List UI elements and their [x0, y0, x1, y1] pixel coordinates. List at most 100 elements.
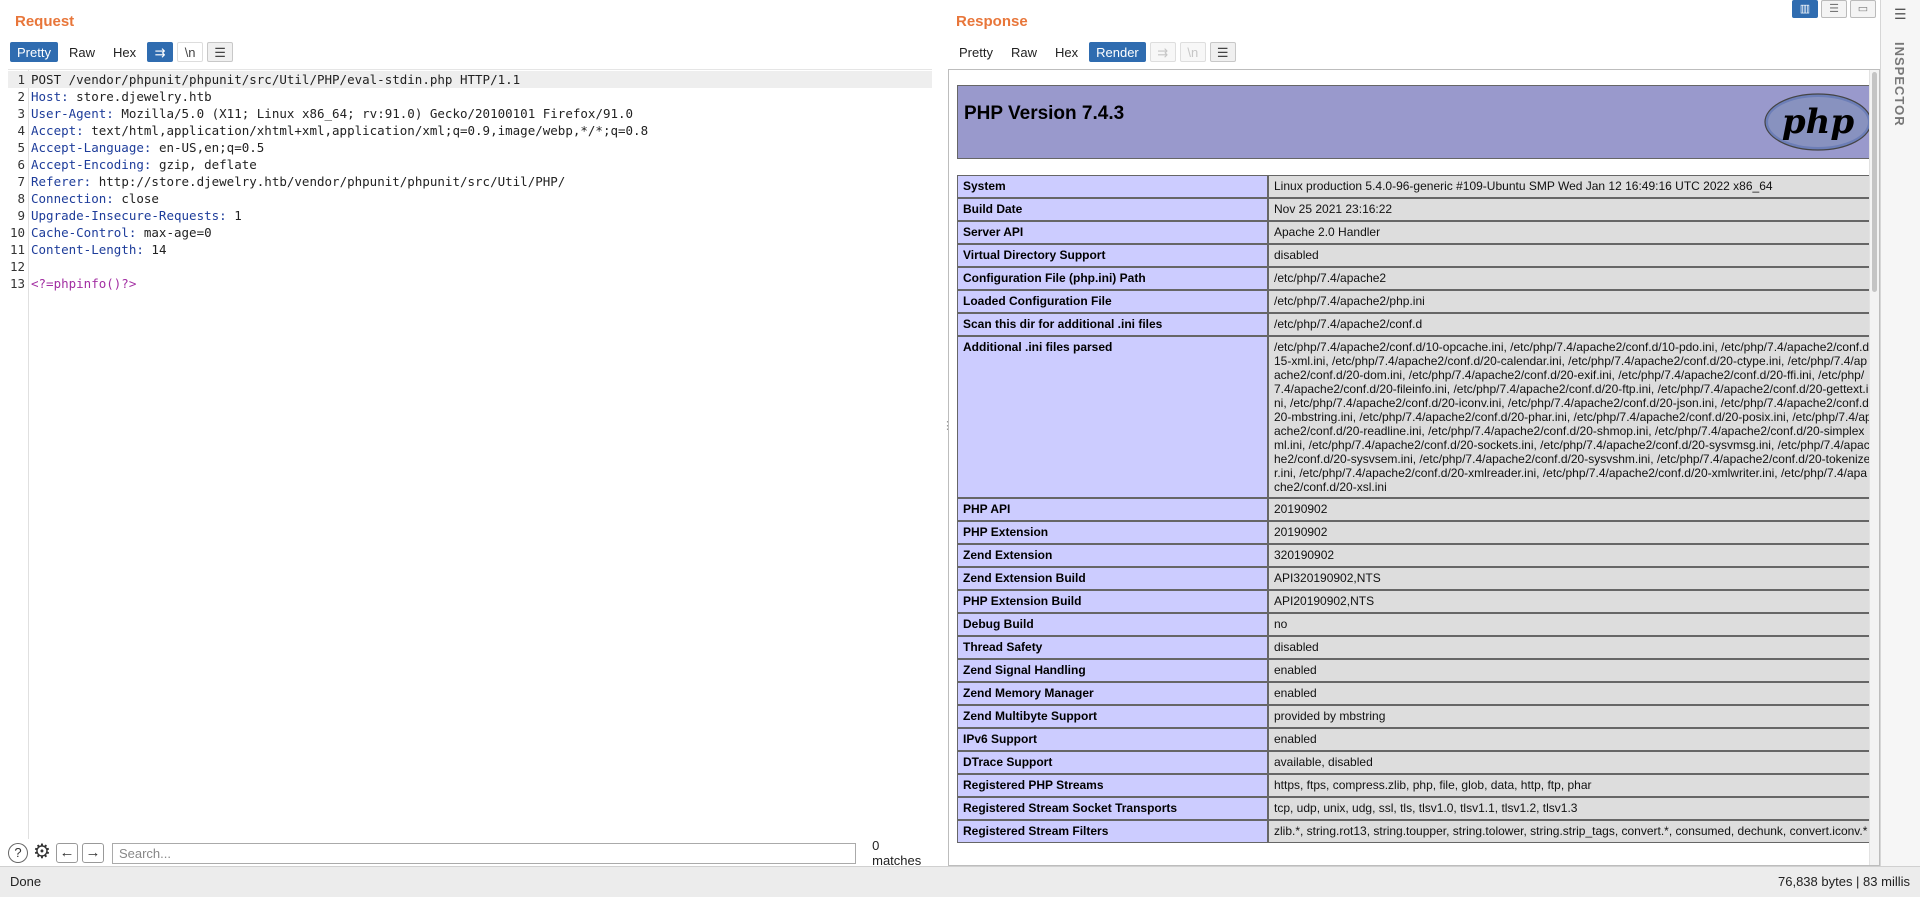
- table-row: Zend Memory Manager enabled: [957, 682, 1869, 705]
- response-tab-raw[interactable]: Raw: [1003, 42, 1044, 62]
- info-value: Nov 25 2021 23:16:22: [1268, 198, 1869, 221]
- code-line[interactable]: 13 <?=phpinfo()?>: [8, 275, 932, 292]
- layout-buttons: ▥ ☰ ▭: [1792, 0, 1876, 18]
- code-line[interactable]: 2 Host: store.djewelry.htb: [8, 88, 932, 105]
- splitter-grip-icon[interactable]: ⋮: [942, 421, 953, 432]
- code-line[interactable]: 1 POST /vendor/phpunit/phpunit/src/Util/P…: [8, 71, 932, 88]
- table-row: Zend Extension Build API320190902,NTS: [957, 567, 1869, 590]
- code-line[interactable]: 5 Accept-Language: en-US,en;q=0.5: [8, 139, 932, 156]
- show-newlines-icon[interactable]: \n: [177, 42, 204, 62]
- info-key: DTrace Support: [957, 751, 1268, 774]
- scrollbar-thumb[interactable]: [1872, 72, 1877, 292]
- line-content: Cache-Control: max-age=0: [31, 224, 212, 241]
- info-key: Virtual Directory Support: [957, 244, 1268, 267]
- request-editor[interactable]: 1 POST /vendor/phpunit/phpunit/src/Util/P…: [8, 69, 932, 839]
- back-arrow-icon[interactable]: ←: [55, 843, 78, 863]
- header-value: 14: [143, 242, 167, 257]
- table-row: Registered Stream Filters zlib.*, string.…: [957, 820, 1869, 843]
- info-value: Linux production 5.4.0-96-generic #109-U…: [1268, 175, 1869, 198]
- php-version-title: PHP Version 7.4.3: [964, 103, 1125, 124]
- header-value: en-US,en;q=0.5: [151, 140, 265, 155]
- info-key: Registered Stream Filters: [957, 820, 1268, 843]
- line-content: POST /vendor/phpunit/phpunit/src/Util/PH…: [31, 72, 521, 87]
- forward-arrow-icon[interactable]: →: [81, 843, 104, 863]
- render-frame[interactable]: PHP Version 7.4.3 php System Linux produc…: [948, 69, 1880, 866]
- table-row: IPv6 Support enabled: [957, 728, 1869, 751]
- response-tab-pretty[interactable]: Pretty: [952, 42, 1000, 62]
- table-row: DTrace Support available, disabled: [957, 751, 1869, 774]
- response-toolbar: Pretty Raw Hex Render ⇉ \n ☰: [952, 42, 1236, 62]
- layout-tabs-icon[interactable]: ▭: [1850, 0, 1876, 18]
- code-line[interactable]: 4 Accept: text/html,application/xhtml+xml…: [8, 122, 932, 139]
- code-line[interactable]: 10 Cache-Control: max-age=0: [8, 224, 932, 241]
- info-key: Thread Safety: [957, 636, 1268, 659]
- php-logo-text: php: [1782, 102, 1854, 142]
- info-value: 20190902: [1268, 498, 1869, 521]
- info-value: disabled: [1268, 244, 1869, 267]
- layout-stacked-icon[interactable]: ☰: [1821, 0, 1847, 18]
- line-content: Accept-Language: en-US,en;q=0.5: [31, 139, 264, 156]
- table-row: Registered Stream Socket Transports tcp, …: [957, 797, 1869, 820]
- info-value: /etc/php/7.4/apache2/conf.d: [1268, 313, 1869, 336]
- inspector-menu-icon[interactable]: ☰: [1894, 6, 1907, 23]
- wrap-lines-icon[interactable]: ⇉: [147, 42, 174, 62]
- table-row: Scan this dir for additional .ini files /…: [957, 313, 1869, 336]
- table-row: Debug Build no: [957, 613, 1869, 636]
- render-scrollbar[interactable]: [1869, 70, 1879, 865]
- line-content: Connection: close: [31, 190, 159, 207]
- request-tab-hex[interactable]: Hex: [105, 42, 144, 62]
- info-key: Zend Signal Handling: [957, 659, 1268, 682]
- header-name: Accept:: [31, 123, 84, 138]
- menu-icon[interactable]: ☰: [1209, 42, 1236, 62]
- pane-splitter[interactable]: ⋮: [940, 0, 953, 866]
- status-bar: Done 76,838 bytes | 83 millis: [0, 866, 1920, 897]
- help-icon[interactable]: ?: [8, 843, 28, 863]
- table-row: Registered PHP Streams https, ftps, compr…: [957, 774, 1869, 797]
- request-tab-raw[interactable]: Raw: [61, 42, 102, 62]
- info-value: no: [1268, 613, 1869, 636]
- table-row: Build Date Nov 25 2021 23:16:22: [957, 198, 1869, 221]
- burp-repeater: Request Pretty Raw Hex ⇉ \n ☰ 1 POST /ven…: [0, 0, 1920, 897]
- info-key: PHP Extension Build: [957, 590, 1268, 613]
- code-line[interactable]: 3 User-Agent: Mozilla/5.0 (X11; Linux x86…: [8, 105, 932, 122]
- phpinfo-table: System Linux production 5.4.0-96-generic …: [957, 175, 1869, 843]
- table-row: Virtual Directory Support disabled: [957, 244, 1869, 267]
- info-key: System: [957, 175, 1268, 198]
- table-row: PHP Extension 20190902: [957, 521, 1869, 544]
- line-number: 3: [17, 106, 25, 121]
- header-value: Mozilla/5.0 (X11; Linux x86_64; rv:91.0)…: [113, 106, 634, 121]
- response-tab-render[interactable]: Render: [1089, 42, 1146, 62]
- code-line[interactable]: 11 Content-Length: 14: [8, 241, 932, 258]
- code-line[interactable]: 6 Accept-Encoding: gzip, deflate: [8, 156, 932, 173]
- header-name: Cache-Control:: [31, 225, 137, 240]
- inspector-panel[interactable]: ☰ INSPECTOR: [1880, 0, 1920, 866]
- info-value: tcp, udp, unix, udg, ssl, tls, tlsv1.0, …: [1268, 797, 1869, 820]
- info-value: API20190902,NTS: [1268, 590, 1869, 613]
- header-name: Referer:: [31, 174, 92, 189]
- line-number: 6: [17, 157, 25, 172]
- info-value: enabled: [1268, 659, 1869, 682]
- header-name: Upgrade-Insecure-Requests:: [31, 208, 227, 223]
- info-value: /etc/php/7.4/apache2: [1268, 267, 1869, 290]
- code-line[interactable]: 8 Connection: close: [8, 190, 932, 207]
- request-tab-pretty[interactable]: Pretty: [10, 42, 58, 62]
- info-key: PHP Extension: [957, 521, 1268, 544]
- menu-icon[interactable]: ☰: [207, 42, 234, 62]
- header-name: Accept-Language:: [31, 140, 152, 155]
- line-content: <?=phpinfo()?>: [31, 275, 136, 292]
- response-tab-hex[interactable]: Hex: [1047, 42, 1086, 62]
- code-line[interactable]: 7 Referer: http://store.djewelry.htb/vend…: [8, 173, 932, 190]
- gear-icon[interactable]: ⚙: [32, 842, 52, 863]
- search-input[interactable]: [111, 842, 857, 864]
- info-key: Registered PHP Streams: [957, 774, 1268, 797]
- info-key: Zend Extension Build: [957, 567, 1268, 590]
- info-value: API320190902,NTS: [1268, 567, 1869, 590]
- inspector-label[interactable]: INSPECTOR: [1892, 42, 1907, 127]
- code-line[interactable]: 9 Upgrade-Insecure-Requests: 1: [8, 207, 932, 224]
- info-value: 20190902: [1268, 521, 1869, 544]
- table-row: Zend Signal Handling enabled: [957, 659, 1869, 682]
- info-key: Server API: [957, 221, 1268, 244]
- info-key: Build Date: [957, 198, 1268, 221]
- layout-side-by-side-icon[interactable]: ▥: [1792, 0, 1818, 18]
- code-line[interactable]: 12: [8, 258, 932, 275]
